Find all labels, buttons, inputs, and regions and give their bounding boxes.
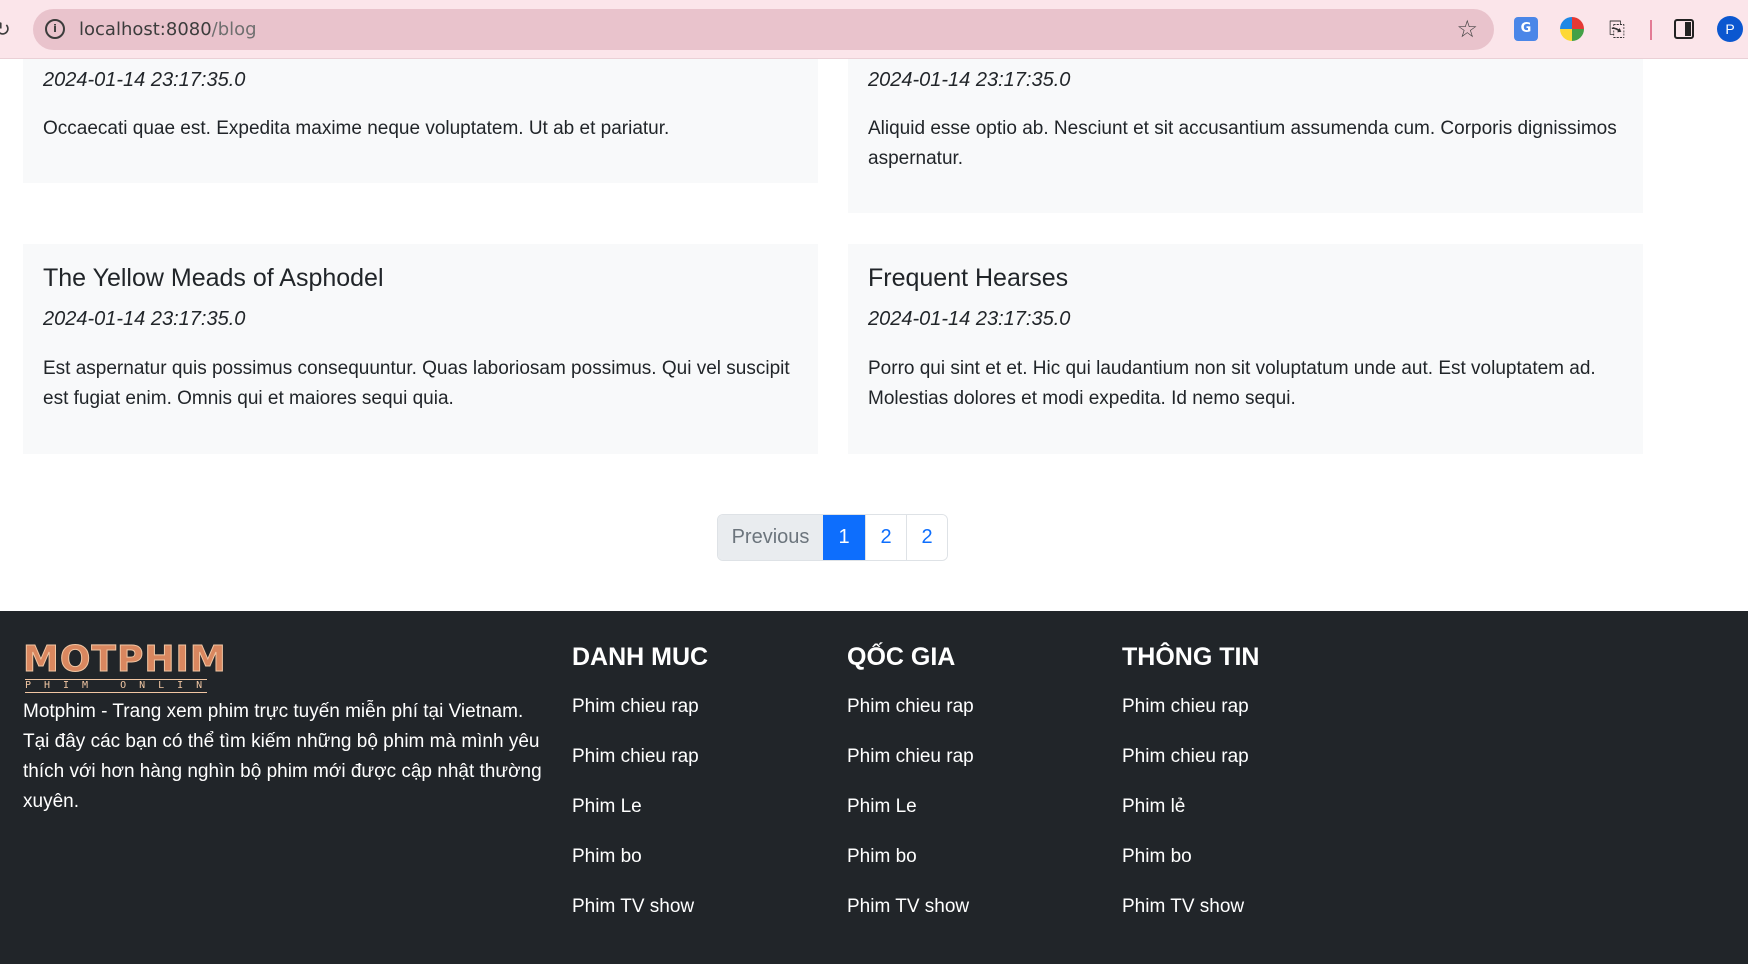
post-card[interactable]: Frequent Hearses 2024-01-14 23:17:35.0 P… xyxy=(848,244,1643,454)
color-extension-icon[interactable] xyxy=(1560,17,1584,41)
footer-link[interactable]: Phim lẻ xyxy=(1122,796,1185,818)
footer-link[interactable]: Phim chieu rap xyxy=(572,696,699,718)
post-title[interactable]: The Yellow Meads of Asphodel xyxy=(43,264,384,293)
extensions-puzzle-icon[interactable]: ⎘ xyxy=(1605,17,1629,41)
post-date: 2024-01-14 23:17:35.0 xyxy=(868,69,1071,91)
page-button[interactable]: 2 xyxy=(865,515,906,560)
footer-link[interactable]: Phim bo xyxy=(1122,846,1192,868)
post-card[interactable]: 2024-01-14 23:17:35.0 Occaecati quae est… xyxy=(23,59,818,183)
footer-link[interactable]: Phim bo xyxy=(572,846,642,868)
footer-link[interactable]: Phim chieu rap xyxy=(572,746,699,768)
post-excerpt: Aliquid esse optio ab. Nesciunt et sit a… xyxy=(868,118,1617,169)
footer-column-title: DANH MUC xyxy=(572,643,709,671)
bookmark-star-icon[interactable]: ☆ xyxy=(1456,15,1478,43)
post-date: 2024-01-14 23:17:35.0 xyxy=(868,308,1071,330)
post-card[interactable]: The Yellow Meads of Asphodel 2024-01-14 … xyxy=(23,244,818,454)
footer-link[interactable]: Phim Le xyxy=(572,796,642,818)
site-info-icon[interactable]: i xyxy=(45,19,65,39)
footer-link[interactable]: Phim chieu rap xyxy=(847,696,974,718)
footer-link[interactable]: Phim TV show xyxy=(847,896,969,918)
site-footer: MOTPHIM PHIM ONLINE Motphim - Trang xem … xyxy=(0,611,1748,964)
post-title[interactable]: Frequent Hearses xyxy=(868,264,1068,293)
address-bar[interactable]: i localhost:8080/blog ☆ xyxy=(33,9,1494,50)
url-host: localhost:8080 xyxy=(79,19,212,40)
footer-link[interactable]: Phim chieu rap xyxy=(1122,696,1249,718)
footer-link[interactable]: Phim TV show xyxy=(572,896,694,918)
previous-page-button[interactable]: Previous xyxy=(718,515,823,560)
page-button[interactable]: 2 xyxy=(906,515,947,560)
toolbar-divider xyxy=(1650,20,1652,40)
post-excerpt: Est aspernatur quis possimus consequuntu… xyxy=(43,358,790,409)
footer-link[interactable]: Phim Le xyxy=(847,796,917,818)
pagination: Previous 1 2 2 xyxy=(717,514,948,561)
post-excerpt: Occaecati quae est. Expedita maxime nequ… xyxy=(43,118,670,139)
url-text[interactable]: localhost:8080/blog xyxy=(79,19,257,40)
post-date: 2024-01-14 23:17:35.0 xyxy=(43,69,246,91)
footer-link[interactable]: Phim chieu rap xyxy=(1122,746,1249,768)
footer-column-title: QỐC GIA xyxy=(847,643,956,671)
footer-link[interactable]: Phim chieu rap xyxy=(847,746,974,768)
profile-avatar[interactable]: P xyxy=(1717,16,1743,42)
reload-icon[interactable]: ↻ xyxy=(0,17,11,41)
logo-wordmark: MOTPHIM xyxy=(23,639,227,681)
page-button-active[interactable]: 1 xyxy=(823,515,865,560)
side-panel-icon[interactable] xyxy=(1674,19,1694,39)
browser-toolbar: ↻ i localhost:8080/blog ☆ G ⎘ P xyxy=(0,0,1748,59)
url-path: /blog xyxy=(211,19,257,40)
footer-about-text: Motphim - Trang xem phim trực tuyến miễn… xyxy=(23,701,542,812)
google-translate-icon[interactable]: G xyxy=(1514,17,1538,41)
site-logo[interactable]: MOTPHIM PHIM ONLINE xyxy=(23,639,226,695)
post-excerpt: Porro qui sint et et. Hic qui laudantium… xyxy=(868,358,1596,409)
footer-link[interactable]: Phim TV show xyxy=(1122,896,1244,918)
logo-tagline: PHIM ONLINE xyxy=(25,679,207,693)
post-card[interactable]: 2024-01-14 23:17:35.0 Aliquid esse optio… xyxy=(848,59,1643,213)
footer-link[interactable]: Phim bo xyxy=(847,846,917,868)
post-date: 2024-01-14 23:17:35.0 xyxy=(43,308,246,330)
footer-column-title: THÔNG TIN xyxy=(1122,643,1260,671)
